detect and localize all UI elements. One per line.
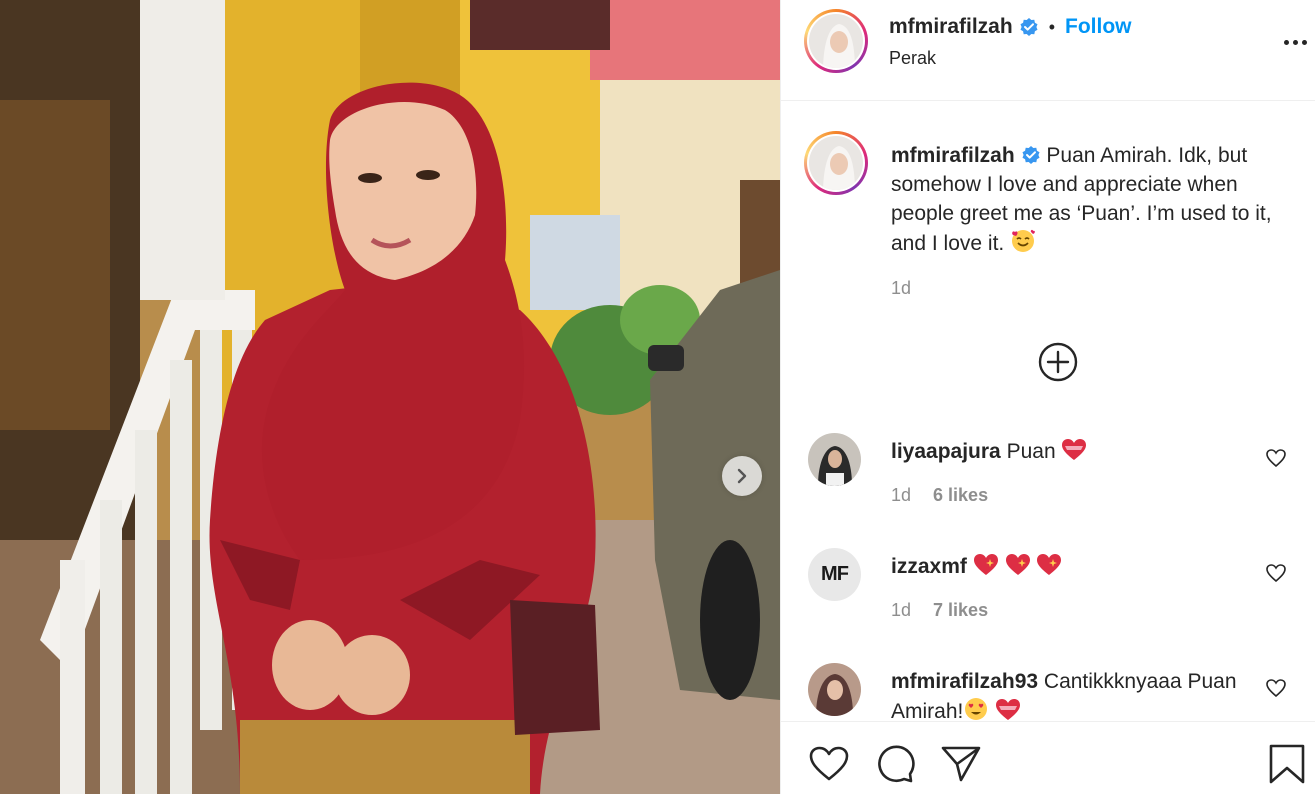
post-header: mfmirafilzah • Follow Perak xyxy=(781,0,1315,101)
commenter-avatar[interactable] xyxy=(808,663,861,716)
commenter-username[interactable]: izzaxmf xyxy=(891,555,967,578)
comment-meta: 1d 7 likes xyxy=(891,600,988,621)
caption-author-avatar[interactable] xyxy=(804,131,868,195)
comment-timestamp[interactable]: 1d xyxy=(891,485,911,506)
post-side-panel: mfmirafilzah • Follow Perak mfmirafilzah… xyxy=(780,0,1315,794)
comment-meta: 1d 6 likes xyxy=(891,485,988,506)
comment-text: liyaapajura Puan xyxy=(891,437,1251,466)
smiling-face-with-hearts-icon xyxy=(1012,229,1035,252)
post-location[interactable]: Perak xyxy=(889,48,936,69)
sparkling-heart-icon xyxy=(973,554,998,575)
post-action-bar xyxy=(781,721,1315,794)
next-photo-button[interactable] xyxy=(722,456,762,496)
heart-icon[interactable] xyxy=(1265,562,1287,584)
comments-list[interactable]: mfmirafilzah Puan Amirah. Idk, but someh… xyxy=(781,101,1315,721)
author-username[interactable]: mfmirafilzah xyxy=(889,15,1013,39)
paper-plane-icon[interactable] xyxy=(939,742,983,786)
heart-icon[interactable] xyxy=(1265,677,1287,699)
avatar-image xyxy=(808,663,861,716)
heart-with-ribbon-icon xyxy=(996,699,1021,720)
plus-circle-icon[interactable] xyxy=(1037,341,1079,383)
comment-icon[interactable] xyxy=(873,742,917,786)
instagram-post-modal: mfmirafilzah • Follow Perak mfmirafilzah… xyxy=(0,0,1315,794)
verified-badge-icon xyxy=(1020,18,1038,36)
commenter-username[interactable]: mfmirafilzah93 xyxy=(891,670,1038,693)
comment-body: Puan xyxy=(1006,440,1056,463)
sparkling-heart-icon xyxy=(1037,554,1062,575)
photo-illustration xyxy=(0,0,780,794)
chevron-right-icon xyxy=(737,468,747,484)
avatar-image xyxy=(809,14,863,68)
caption-username[interactable]: mfmirafilzah xyxy=(891,144,1015,167)
bookmark-icon[interactable] xyxy=(1265,742,1309,786)
comment-likes[interactable]: 7 likes xyxy=(933,600,988,621)
heart-icon[interactable] xyxy=(807,742,851,786)
follow-button[interactable]: Follow xyxy=(1065,15,1132,39)
avatar-monogram: MF xyxy=(821,563,849,585)
more-options-icon[interactable] xyxy=(1279,30,1311,54)
commenter-username[interactable]: liyaapajura xyxy=(891,440,1001,463)
avatar-image xyxy=(809,136,863,190)
post-photo[interactable] xyxy=(0,0,780,794)
comment-timestamp[interactable]: 1d xyxy=(891,600,911,621)
comment-likes[interactable]: 6 likes xyxy=(933,485,988,506)
avatar-image xyxy=(808,433,861,486)
author-avatar[interactable] xyxy=(804,9,868,73)
comment-text: izzaxmf xyxy=(891,552,1251,581)
sparkling-heart-icon xyxy=(1005,554,1030,575)
commenter-avatar[interactable]: MF xyxy=(808,548,861,601)
heart-with-ribbon-icon xyxy=(1062,439,1087,460)
heart-eyes-icon xyxy=(965,698,988,720)
heart-icon[interactable] xyxy=(1265,447,1287,469)
header-separator: • xyxy=(1048,16,1056,37)
verified-badge-icon xyxy=(1022,146,1040,164)
comment-text: mfmirafilzah93 Cantikkknyaaa Puan Amirah… xyxy=(891,667,1251,721)
caption-text: mfmirafilzah Puan Amirah. Idk, but someh… xyxy=(891,141,1301,258)
commenter-avatar[interactable] xyxy=(808,433,861,486)
caption-timestamp[interactable]: 1d xyxy=(891,278,911,299)
